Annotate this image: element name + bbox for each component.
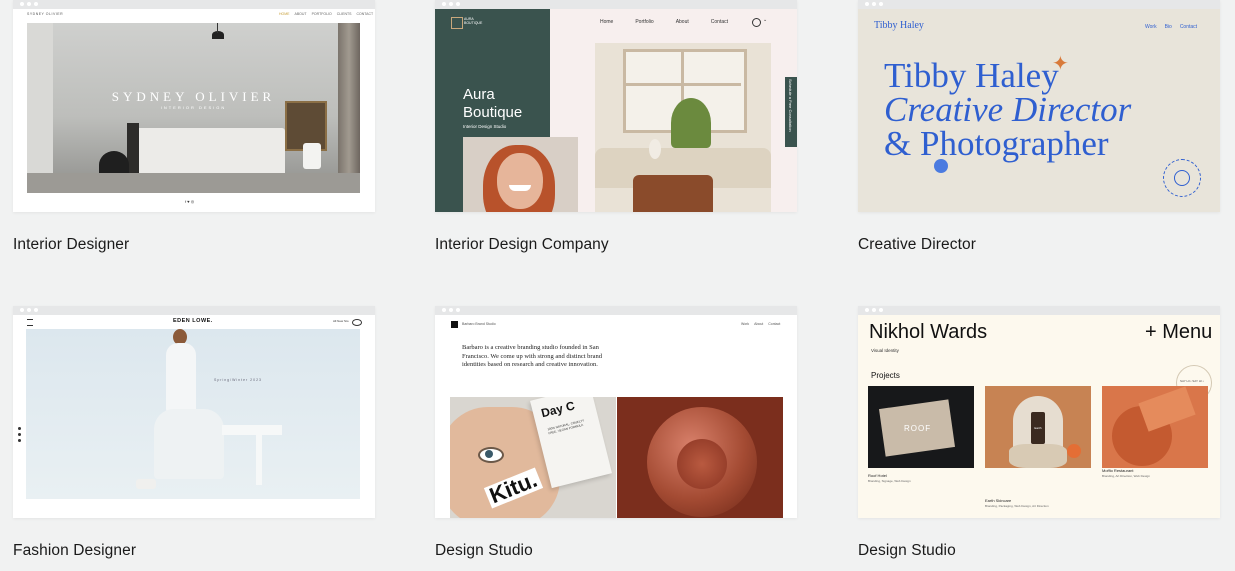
section-title: Projects [871, 371, 900, 380]
project-earth-image[interactable]: Earth [985, 386, 1091, 468]
social-icons: f ♥ ◎ [185, 199, 195, 204]
preview-logo: SYDNEY OLIVIER [27, 12, 64, 16]
sparkle-icon [934, 159, 948, 173]
browser-bar [13, 0, 375, 9]
intro-text: Barbaro is a creative branding studio fo… [462, 344, 602, 368]
hero-image: Spring/Winter 2023 [26, 329, 360, 499]
project-name: Earth Skincare [985, 498, 1012, 503]
browser-bar [858, 0, 1220, 9]
globe-icon[interactable] [1163, 159, 1201, 197]
browser-bar [858, 306, 1220, 315]
project-tags: Branding, Art Direction, Web Design [1102, 474, 1150, 478]
hero-title: SYDNEY OLIVIER [111, 89, 276, 104]
browser-bar [13, 306, 375, 315]
menu-button[interactable]: + Menu [1145, 321, 1212, 344]
preview-logo: AURA BOUTIQUE [464, 17, 483, 25]
preview-logo: EDEN LOWE. [173, 318, 213, 324]
brand-mark [451, 321, 458, 328]
portrait-image [463, 137, 578, 212]
chevron-down-icon[interactable]: ⌄ [763, 17, 767, 23]
product-image: Day C 100% NATURAL, CRUELTY FREE, VEGAN … [450, 397, 616, 518]
sparkle-icon: ✦ [1052, 53, 1069, 75]
preview-nav: Work About Contact [741, 322, 781, 326]
social-icons [18, 427, 21, 442]
preview-nav: Home Portfolio About Contact [600, 19, 728, 25]
template-preview[interactable]: AURA BOUTIQUE Aura Boutique Interior Desig… [435, 0, 797, 212]
project-tags: Branding, Signage, Web Design [868, 479, 911, 483]
template-preview[interactable]: Nikhol Wards + Menu Visual Identity Proj… [858, 306, 1220, 518]
hero-headline: Tibby Haley Creative Director & Photogra… [884, 56, 1132, 163]
overlay-text: Spring/Winter 2023 [214, 378, 262, 382]
hero-title: Aura Boutique [463, 86, 523, 121]
template-caption[interactable]: Interior Designer [13, 236, 129, 254]
template-preview[interactable]: SYDNEY OLIVIER HOME ABOUT PORTFOLIO CLIENTS… [13, 0, 375, 212]
consultation-tab[interactable]: Schedule a Free Consultation [785, 77, 797, 147]
hero-title: Nikhol Wards [869, 321, 988, 343]
room-image [595, 43, 771, 212]
hero-subtitle: INTERIOR DESIGN [160, 105, 227, 110]
project-roof-image[interactable]: ROOF [868, 386, 974, 468]
project-name: Roof Hotel [868, 473, 887, 478]
eye-icon[interactable] [352, 319, 362, 326]
project-tags: Branding, Packaging, Web Design, Art Dir… [985, 504, 1049, 508]
preview-logo: Tibby Haley [874, 20, 924, 31]
preview-logo: Barbaro Brand Studio [462, 322, 496, 326]
user-icon[interactable] [752, 18, 761, 27]
project-moffio-image[interactable] [1102, 386, 1208, 468]
template-caption[interactable]: Creative Director [858, 236, 976, 254]
template-caption[interactable]: Fashion Designer [13, 542, 136, 560]
speaker-image [617, 397, 783, 518]
template-caption[interactable]: Design Studio [858, 542, 956, 560]
template-preview[interactable]: Barbaro Brand Studio Work About Contact Ba… [435, 306, 797, 518]
template-preview[interactable]: Tibby Haley Work Bio Contact Tibby Haley C… [858, 0, 1220, 212]
preview-right-label: All New Sto [333, 319, 349, 323]
project-name: Moffio Restaurant [1102, 468, 1134, 473]
preview-nav: Work Bio Contact [1145, 24, 1198, 30]
preview-nav: HOME ABOUT PORTFOLIO CLIENTS CONTACT [279, 12, 374, 16]
browser-bar [435, 306, 797, 315]
hero-subtitle: Interior Design Studio [463, 124, 507, 129]
template-caption[interactable]: Interior Design Company [435, 236, 609, 254]
hamburger-icon[interactable] [27, 319, 33, 326]
hero-subtitle: Visual Identity [871, 348, 899, 353]
template-preview[interactable]: EDEN LOWE. All New Sto Spring/Winter 202… [13, 306, 375, 518]
hero-image: SYDNEY OLIVIER INTERIOR DESIGN [27, 23, 360, 193]
browser-bar [435, 0, 797, 9]
template-caption[interactable]: Design Studio [435, 542, 533, 560]
